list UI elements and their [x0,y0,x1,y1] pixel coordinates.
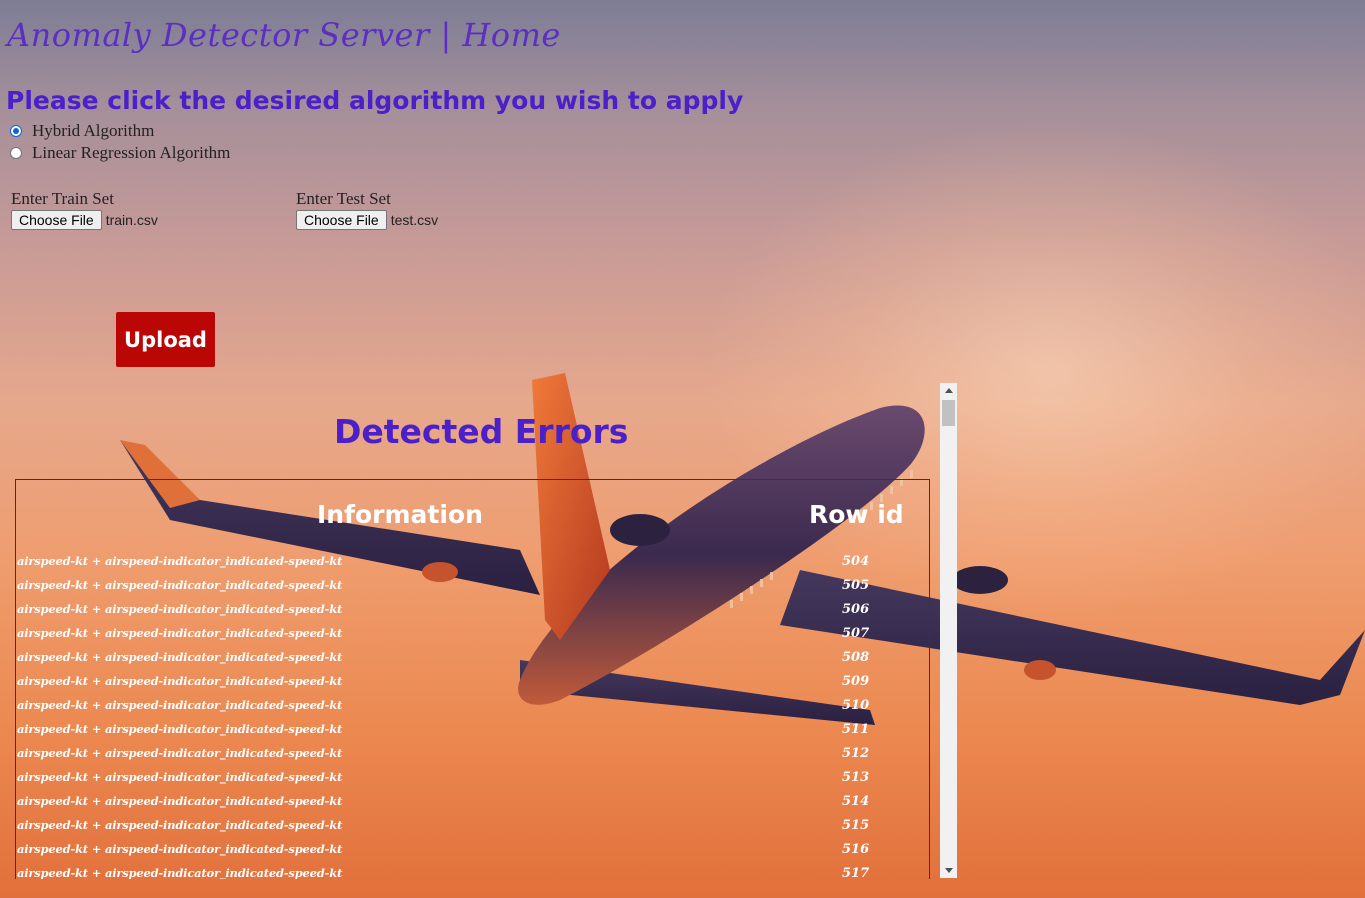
upload-button[interactable]: Upload [116,312,215,367]
table-row: airspeed-kt + airspeed-indicator_indicat… [16,746,929,770]
cell-information: airspeed-kt + airspeed-indicator_indicat… [17,746,343,760]
cell-row-id: 508 [842,650,870,665]
cell-row-id: 512 [842,746,870,761]
detected-errors-title: Detected Errors [334,412,629,451]
table-row: airspeed-kt + airspeed-indicator_indicat… [16,674,929,698]
cell-row-id: 511 [842,722,870,737]
radio-linear-regression-algorithm[interactable]: Linear Regression Algorithm [10,143,230,163]
train-set-label: Enter Train Set [11,189,114,208]
cell-information: airspeed-kt + airspeed-indicator_indicat… [17,674,343,688]
cell-information: airspeed-kt + airspeed-indicator_indicat… [17,842,343,856]
cell-information: airspeed-kt + airspeed-indicator_indicat… [17,698,343,712]
radio-label: Linear Regression Algorithm [32,143,231,162]
test-set-label: Enter Test Set [296,189,391,208]
table-row: airspeed-kt + airspeed-indicator_indicat… [16,626,929,650]
cell-row-id: 513 [842,770,870,785]
cell-row-id: 514 [842,794,870,809]
algorithm-prompt: Please click the desired algorithm you w… [6,86,744,115]
cell-row-id: 515 [842,818,870,833]
table-row: airspeed-kt + airspeed-indicator_indicat… [16,770,929,794]
table-scrollbar[interactable] [940,383,957,878]
cell-row-id: 506 [842,602,870,617]
table-row: airspeed-kt + airspeed-indicator_indicat… [16,818,929,842]
test-set-field: Enter Test Set Choose File test.csv [296,189,438,230]
cell-information: airspeed-kt + airspeed-indicator_indicat… [17,770,343,784]
page-title: Anomaly Detector Server | Home [7,16,561,54]
errors-table: Information Row id airspeed-kt + airspee… [15,479,930,879]
cell-information: airspeed-kt + airspeed-indicator_indicat… [17,722,343,736]
table-row: airspeed-kt + airspeed-indicator_indicat… [16,722,929,746]
cell-information: airspeed-kt + airspeed-indicator_indicat… [17,578,343,592]
scrollbar-thumb[interactable] [942,400,955,426]
radio-button-unchecked[interactable] [10,147,22,159]
test-choose-file-button[interactable]: Choose File [296,210,387,230]
table-row: airspeed-kt + airspeed-indicator_indicat… [16,794,929,818]
cell-row-id: 505 [842,578,870,593]
cell-row-id: 517 [842,866,870,879]
cell-row-id: 510 [842,698,870,713]
column-header-information: Information [317,500,483,529]
radio-label: Hybrid Algorithm [32,121,155,140]
scroll-down-arrow-icon[interactable] [940,863,957,878]
column-header-row-id: Row id [809,500,904,529]
table-row: airspeed-kt + airspeed-indicator_indicat… [16,602,929,626]
radio-hybrid-algorithm[interactable]: Hybrid Algorithm [10,121,154,141]
table-row: airspeed-kt + airspeed-indicator_indicat… [16,650,929,674]
cell-information: airspeed-kt + airspeed-indicator_indicat… [17,554,343,568]
cell-row-id: 504 [842,554,870,569]
scroll-up-arrow-icon[interactable] [940,383,957,398]
train-set-field: Enter Train Set Choose File train.csv [11,189,158,230]
table-row: airspeed-kt + airspeed-indicator_indicat… [16,698,929,722]
cell-information: airspeed-kt + airspeed-indicator_indicat… [17,602,343,616]
cell-information: airspeed-kt + airspeed-indicator_indicat… [17,866,343,879]
table-row: airspeed-kt + airspeed-indicator_indicat… [16,866,929,879]
table-row: airspeed-kt + airspeed-indicator_indicat… [16,554,929,578]
train-choose-file-button[interactable]: Choose File [11,210,102,230]
cell-row-id: 507 [842,626,870,641]
cell-information: airspeed-kt + airspeed-indicator_indicat… [17,626,343,640]
table-row: airspeed-kt + airspeed-indicator_indicat… [16,578,929,602]
cell-row-id: 509 [842,674,870,689]
test-file-name: test.csv [390,212,439,228]
cell-information: airspeed-kt + airspeed-indicator_indicat… [17,650,343,664]
train-file-name: train.csv [105,212,158,228]
table-row: airspeed-kt + airspeed-indicator_indicat… [16,842,929,866]
cell-information: airspeed-kt + airspeed-indicator_indicat… [17,794,343,808]
cell-row-id: 516 [842,842,870,857]
cell-information: airspeed-kt + airspeed-indicator_indicat… [17,818,343,832]
radio-button-checked[interactable] [10,125,22,137]
